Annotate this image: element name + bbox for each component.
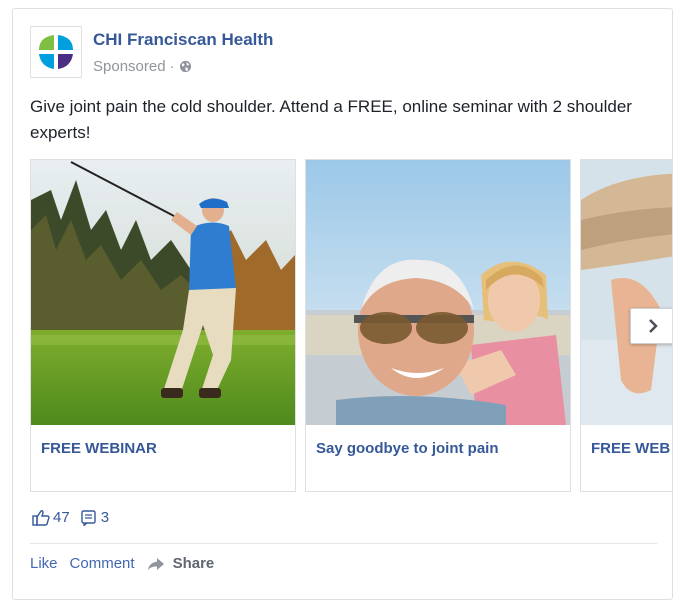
meta-separator: ·	[169, 58, 175, 75]
engagement-stats: 47 3	[32, 509, 119, 526]
card-1-caption[interactable]: FREE WEBINAR	[41, 440, 157, 457]
sponsored-label[interactable]: Sponsored	[93, 58, 166, 75]
chevron-right-icon	[648, 319, 658, 333]
globe-icon[interactable]	[179, 60, 192, 73]
comment-button[interactable]: Comment	[70, 555, 135, 572]
card-3-caption[interactable]: FREE WEB	[591, 440, 670, 457]
sponsored-post: CHI Franciscan Health Sponsored · Give j…	[12, 8, 673, 600]
golfer-swinging-photo	[31, 160, 295, 425]
post-meta: Sponsored ·	[93, 58, 273, 75]
share-label: Share	[172, 555, 215, 572]
share-arrow-icon	[147, 557, 164, 570]
comments-value: 3	[100, 509, 110, 526]
likes-value: 47	[53, 509, 70, 526]
ad-carousel: FREE WEBINAR Say goodbye to joint pain F…	[30, 159, 672, 494]
carousel-next-button[interactable]	[630, 308, 672, 344]
comment-icon	[80, 510, 96, 526]
carousel-card-2[interactable]: Say goodbye to joint pain	[305, 159, 571, 492]
comments-count[interactable]: 3	[80, 509, 109, 526]
header-text: CHI Franciscan Health Sponsored ·	[93, 26, 273, 78]
grandfather-granddaughter-photo	[306, 160, 570, 425]
like-button[interactable]: Like	[30, 555, 58, 572]
thumbs-up-icon	[32, 510, 50, 526]
carousel-card-1[interactable]: FREE WEBINAR	[30, 159, 296, 492]
post-actions: Like Comment Share	[30, 555, 226, 572]
post-message: Give joint pain the cold shoulder. Atten…	[30, 97, 632, 142]
share-button[interactable]: Share	[147, 555, 215, 572]
likes-count[interactable]: 47	[32, 509, 70, 526]
actions-divider	[30, 543, 657, 544]
post-header: CHI Franciscan Health Sponsored ·	[30, 26, 273, 78]
page-logo[interactable]	[30, 26, 82, 78]
chi-logo-icon	[39, 35, 73, 69]
card-2-caption[interactable]: Say goodbye to joint pain	[316, 440, 499, 457]
paddleboard-photo	[581, 160, 672, 425]
page-name-link[interactable]: CHI Franciscan Health	[93, 30, 273, 50]
